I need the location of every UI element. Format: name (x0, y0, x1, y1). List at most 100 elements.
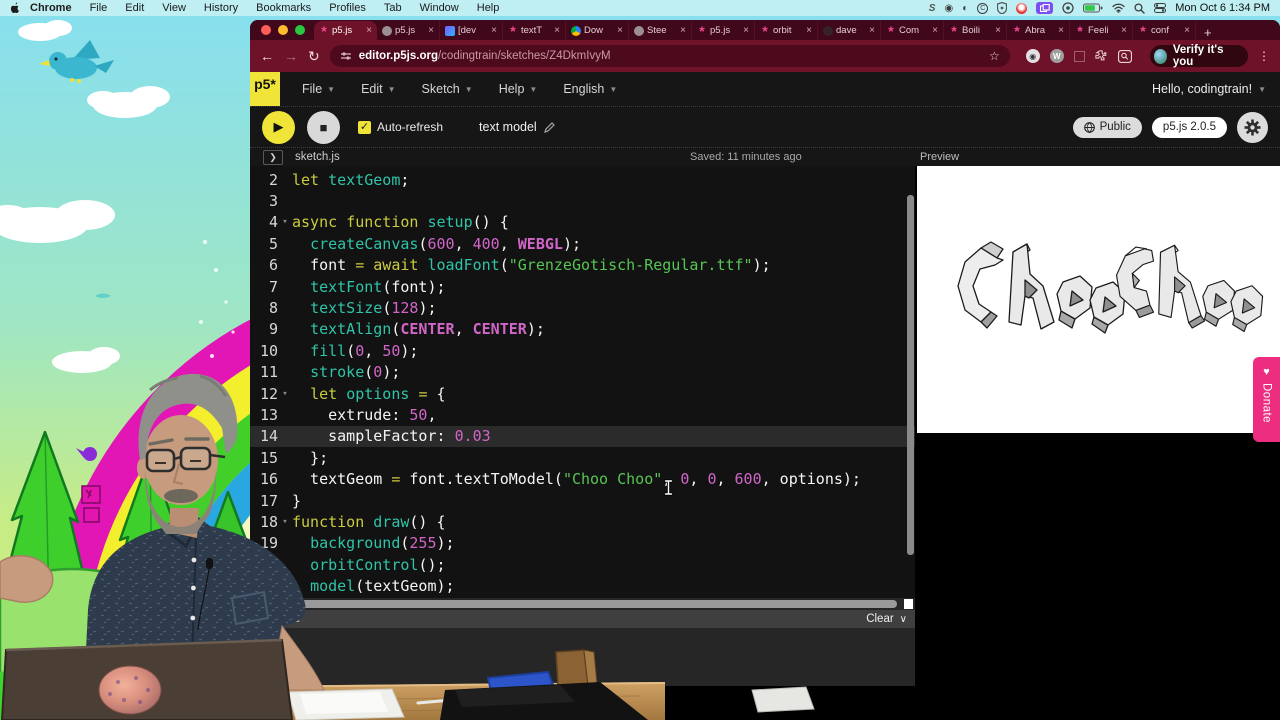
p5-menu-help[interactable]: Help▼ (499, 82, 538, 96)
tab-search-icon[interactable] (1118, 50, 1132, 63)
browser-tab[interactable]: *p5.js× (314, 21, 377, 40)
verify-profile-button[interactable]: Verify it's you (1150, 45, 1248, 67)
edit-pencil-icon[interactable] (544, 122, 555, 133)
apple-icon[interactable] (10, 2, 21, 14)
browser-status-icon[interactable] (1016, 3, 1027, 14)
browser-tab[interactable]: p5.js× (377, 21, 440, 40)
tab-close-icon[interactable]: × (491, 25, 497, 36)
camera-icon[interactable] (1062, 2, 1074, 14)
address-bar[interactable]: editor.p5js.org/codingtrain/sketches/Z4D… (330, 45, 1010, 67)
menubar-item-file[interactable]: File (81, 2, 117, 14)
public-badge[interactable]: Public (1073, 117, 1142, 138)
close-window-button[interactable] (261, 25, 271, 35)
code-line-8[interactable]: 8 textSize(128); (250, 297, 915, 318)
site-settings-icon[interactable] (340, 50, 352, 62)
timer-icon[interactable]: ◐ (962, 3, 968, 14)
tab-close-icon[interactable]: × (869, 25, 875, 36)
tab-close-icon[interactable]: × (366, 25, 372, 36)
browser-tab[interactable]: *Abra× (1007, 21, 1070, 40)
browser-tab[interactable]: *orbit× (755, 21, 818, 40)
forward-icon[interactable]: → (284, 48, 298, 64)
shield-icon[interactable] (997, 2, 1007, 14)
extension-square-icon[interactable] (1074, 51, 1085, 62)
browser-tab[interactable]: *p5.js× (692, 21, 755, 40)
tab-close-icon[interactable]: × (806, 25, 812, 36)
menubar-item-edit[interactable]: Edit (116, 2, 153, 14)
sidebar-expand-button[interactable]: ❯ (263, 150, 283, 165)
bookmark-star-icon[interactable]: ☆ (989, 49, 1000, 63)
menubar-item-history[interactable]: History (195, 2, 247, 14)
tab-close-icon[interactable]: × (428, 25, 434, 36)
lock-icon[interactable]: C (977, 3, 988, 14)
tab-close-icon[interactable]: × (1121, 25, 1127, 36)
play-button[interactable]: ▶ (262, 111, 295, 144)
preview-canvas[interactable] (917, 166, 1280, 433)
p5-menu-edit[interactable]: Edit▼ (361, 82, 395, 96)
browser-tab[interactable]: dave× (818, 21, 881, 40)
code-line-2[interactable]: 2let textGeom; (250, 169, 915, 190)
minimize-window-button[interactable] (278, 25, 288, 35)
code-line-4[interactable]: 4▾async function setup() { (250, 212, 915, 233)
tab-close-icon[interactable]: × (680, 25, 686, 36)
wifi-icon[interactable] (1112, 3, 1125, 13)
browser-tab[interactable]: *Boili× (944, 21, 1007, 40)
battery-icon[interactable] (1083, 3, 1103, 13)
spotlight-icon[interactable] (1134, 3, 1145, 14)
screen-record-icon[interactable] (1036, 2, 1053, 14)
new-tab-button[interactable]: + (1204, 25, 1212, 40)
tab-close-icon[interactable]: × (995, 25, 1001, 36)
stats-icon[interactable]: S (929, 3, 936, 14)
menubar-item-window[interactable]: Window (411, 2, 468, 14)
stop-button[interactable]: ■ (307, 111, 340, 144)
browser-tab[interactable]: Stee× (629, 21, 692, 40)
extensions-puzzle-icon[interactable] (1095, 50, 1108, 63)
menubar-item-view[interactable]: View (153, 2, 195, 14)
code-line-6[interactable]: 6 font = await loadFont("GrenzeGotisch-R… (250, 255, 915, 276)
code-line-7[interactable]: 7 textFont(font); (250, 276, 915, 297)
menubar-item-help[interactable]: Help (468, 2, 509, 14)
p5-menu-file[interactable]: File▼ (302, 82, 335, 96)
console-clear-button[interactable]: Clear ∨ (866, 613, 907, 625)
tab-close-icon[interactable]: × (554, 25, 560, 36)
tab-close-icon[interactable]: × (1184, 25, 1190, 36)
code-line-3[interactable]: 3 (250, 190, 915, 211)
cc-icon[interactable]: ◉ (944, 3, 953, 14)
version-badge[interactable]: p5.js 2.0.5 (1152, 117, 1227, 138)
chevron-down-icon[interactable]: ∨ (900, 614, 907, 625)
browser-tab[interactable]: *textT× (503, 21, 566, 40)
vertical-scrollbar[interactable] (907, 195, 914, 555)
tab-close-icon[interactable]: × (932, 25, 938, 36)
auto-refresh-checkbox[interactable]: ✓ (358, 121, 371, 134)
tab-close-icon[interactable]: × (1058, 25, 1064, 36)
browser-menu-icon[interactable]: ⋮ (1258, 49, 1270, 63)
auto-refresh-toggle[interactable]: ✓ Auto-refresh (358, 120, 443, 134)
settings-button[interactable] (1237, 112, 1268, 143)
browser-tab[interactable]: *conf× (1133, 21, 1196, 40)
donate-button[interactable]: ♥ Donate (1253, 357, 1280, 442)
browser-tab[interactable]: [dev× (440, 21, 503, 40)
browser-tab[interactable]: Dow× (566, 21, 629, 40)
p5-logo[interactable]: p5* (250, 72, 280, 106)
menubar-item-chrome[interactable]: Chrome (21, 2, 81, 14)
code-line-5[interactable]: 5 createCanvas(600, 400, WEBGL); (250, 233, 915, 254)
menubar-item-profiles[interactable]: Profiles (320, 2, 375, 14)
menubar-clock[interactable]: Mon Oct 6 1:34 PM (1175, 2, 1270, 14)
file-tab-sketchjs[interactable]: sketch.js (295, 151, 340, 163)
code-line-9[interactable]: 9 textAlign(CENTER, CENTER); (250, 319, 915, 340)
p5-menu-sketch[interactable]: Sketch▼ (422, 82, 473, 96)
menubar-item-bookmarks[interactable]: Bookmarks (247, 2, 320, 14)
tab-close-icon[interactable]: × (743, 25, 749, 36)
menubar-item-tab[interactable]: Tab (375, 2, 411, 14)
extension-icon[interactable]: ◉ (1026, 49, 1040, 63)
tab-close-icon[interactable]: × (617, 25, 623, 36)
control-center-icon[interactable] (1154, 3, 1166, 13)
browser-tab[interactable]: *Feeli× (1070, 21, 1133, 40)
extension-w-icon[interactable]: W (1050, 49, 1064, 63)
code-line-10[interactable]: 10 fill(0, 50); (250, 340, 915, 361)
zoom-window-button[interactable] (295, 25, 305, 35)
fold-arrow-icon[interactable]: ▾ (278, 217, 292, 227)
account-greeting[interactable]: Hello, codingtrain! ▼ (1152, 82, 1266, 96)
browser-tab[interactable]: *Com× (881, 21, 944, 40)
p5-menu-english[interactable]: English▼ (563, 82, 617, 96)
sketch-name[interactable]: text model (479, 120, 555, 134)
